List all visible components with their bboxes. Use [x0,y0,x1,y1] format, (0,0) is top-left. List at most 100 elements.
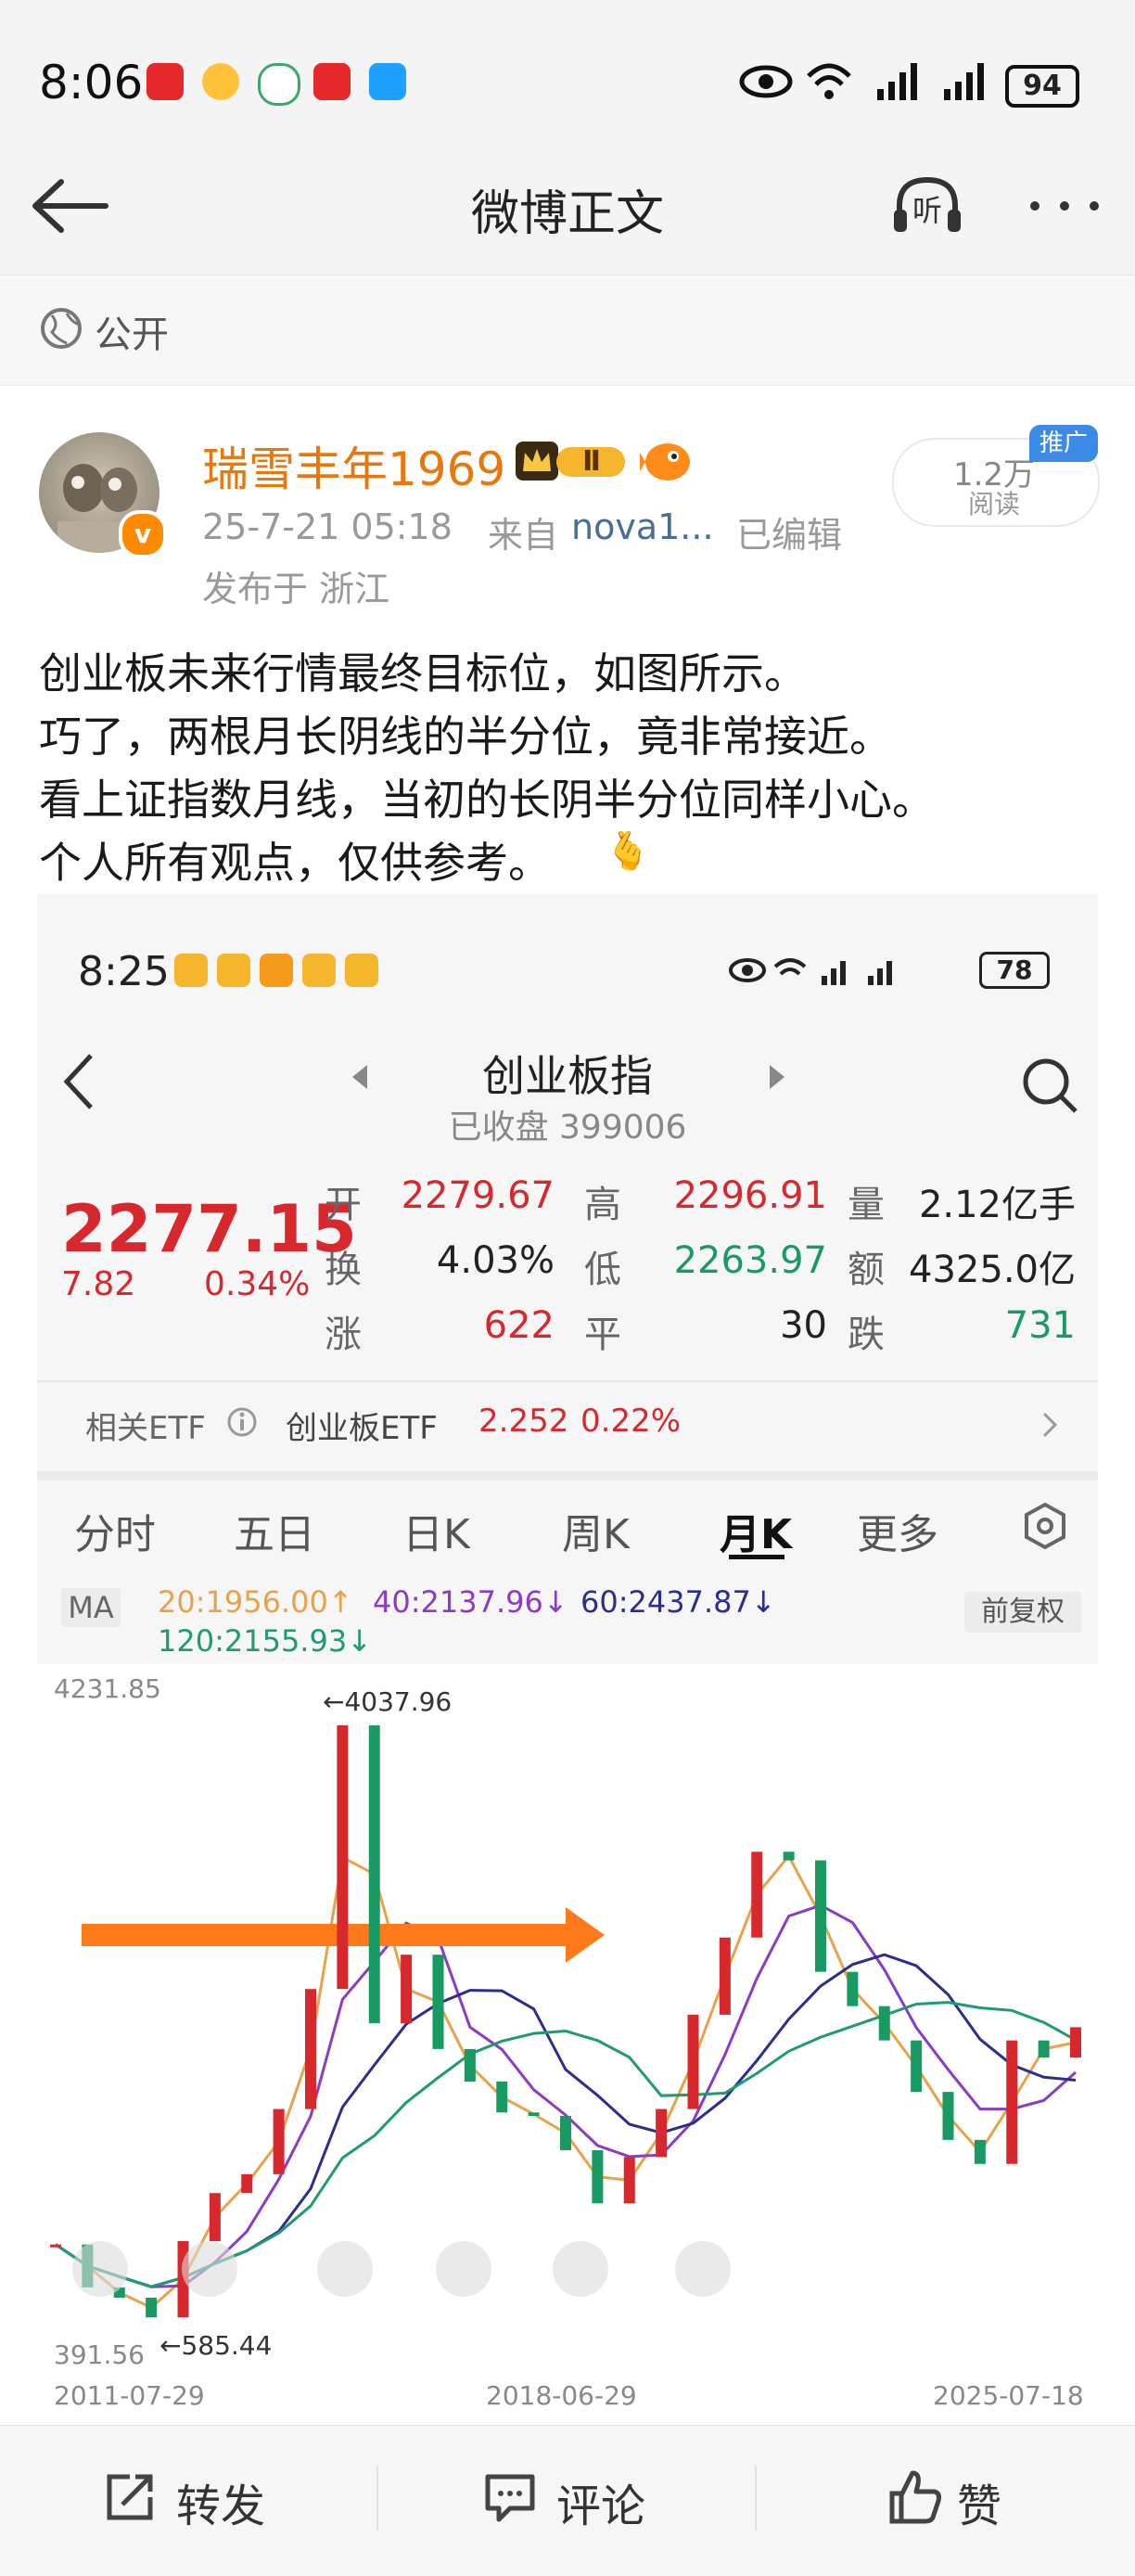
candle [878,2006,890,2041]
adjust-selector: 前复权 [964,1592,1081,1633]
edited-label[interactable]: 已编辑 [736,506,842,557]
etf-price: 2.252 [478,1403,569,1440]
candle [974,2139,986,2164]
promo-badge: 推广 [1029,425,1098,462]
tab-five-day: 五日 [234,1511,315,1558]
tab-monthly-k: 月K [720,1511,793,1558]
visibility-row [0,276,1135,386]
candle [911,2040,923,2093]
listen-button[interactable]: 听 [890,173,964,237]
quote-open: 2279.67 [401,1174,555,1217]
tab-daily-k: 日K [402,1511,470,1558]
post-text-line: 创业板未来行情最终目标位，如图所示。 [39,648,807,698]
quote-low: 2263.97 [673,1239,827,1282]
index-change: 7.82 [61,1265,136,1303]
vip-badge[interactable]: Ⅱ [516,440,629,482]
status-time: 8:06 [39,56,144,109]
chart-zoom-out-icon [182,2241,237,2297]
thumbs-up-icon [889,2470,941,2524]
tab-weekly-k: 周K [562,1511,630,1558]
candle [1006,2040,1018,2164]
more-options-icon[interactable] [1027,197,1102,215]
quote-label: 换 [325,1249,362,1291]
annotation-low: ←585.44 [159,2330,273,2361]
chevron-right-icon [1042,1412,1058,1438]
ma-selector: MA [61,1588,121,1627]
candle [401,1954,413,2024]
like-button[interactable]: 赞 [886,2458,1072,2542]
huawei-appgallery-icon [147,63,184,100]
candle [1038,2040,1050,2058]
fish-badge-icon[interactable] [640,434,692,486]
quote-label: 平 [584,1314,621,1356]
quote-down-count: 731 [1004,1304,1076,1347]
post-image[interactable]: 8:25 78 创业板指 已收盘 399006 2277.15 7.82 0.3… [37,894,1098,2417]
candle [528,2112,540,2117]
candle [1070,2027,1081,2058]
info-icon [227,1407,257,1437]
huawei-appgallery-icon-2 [313,63,351,100]
quote-label: 额 [848,1249,885,1291]
chart-background [37,1664,1098,2417]
candle [560,2116,571,2150]
like-label: 赞 [957,2480,1002,2532]
index-subtitle: 已收盘 399006 [448,1109,687,1147]
ma-60: 60:2437.87↓ [580,1584,776,1620]
candle [464,2048,476,2083]
repost-label: 转发 [176,2480,266,2532]
post-text-line: 个人所有观点，仅供参考。 [39,838,551,888]
chart-fullscreen-icon [675,2241,731,2297]
index-title: 创业板指 [482,1051,653,1101]
verified-badge: v [119,510,167,558]
app-notification-icon [258,63,300,106]
divider [376,2466,378,2531]
candle [751,1852,763,1938]
active-tab-indicator [729,1555,784,1559]
index-price: 2277.15 [61,1191,357,1267]
candle [273,2108,285,2174]
tab-intraday: 分时 [74,1511,156,1558]
quote-label: 量 [848,1184,885,1226]
ma-40: 40:2137.96↓ [373,1584,568,1620]
post-emoji: 🫰 [605,830,651,873]
embedded-search-icon [1023,1058,1078,1113]
quote-label: 涨 [325,1314,362,1356]
globe-icon [41,308,82,349]
visibility-label: 公开 [95,314,169,356]
candle [432,1954,444,2049]
vip-level: Ⅱ [582,445,601,478]
candle [496,2082,508,2113]
page-title: 微博正文 [470,186,664,242]
comment-icon [485,2474,535,2522]
x-tick-label: 2025-07-18 [933,2380,1084,2411]
candle [337,1725,349,1990]
author-name[interactable]: 瑞雪丰年1969 [202,432,505,499]
next-index-icon [770,1065,784,1089]
quote-high: 2296.91 [673,1174,827,1217]
quote-label: 低 [584,1249,621,1291]
candle [368,1725,380,2024]
candle [241,2173,253,2194]
section-gap [37,1471,1098,1480]
quote-amount: 4325.0亿 [909,1249,1076,1291]
candle [592,2149,604,2204]
candle [209,2193,221,2241]
comment-button[interactable]: 评论 [482,2458,714,2542]
battery-indicator: 94 [1005,65,1079,108]
repost-button[interactable]: 转发 [102,2458,334,2542]
kline-chart [37,1664,1098,2417]
quote-label: 高 [584,1184,621,1226]
y-bottom-label: 391.56 [54,2339,145,2370]
candle [687,2014,699,2109]
chart-next-icon [553,2241,608,2297]
listen-label: 听 [912,193,942,228]
location-label: 发布于 浙江 [202,569,390,609]
wifi-icon [807,63,851,99]
source-device[interactable]: nova1... [571,506,714,547]
quote-up-count: 622 [483,1304,555,1347]
chart-prev-icon [436,2241,491,2297]
post-text-line: 看上证指数月线，当初的长阴半分位同样小心。 [39,775,935,825]
x-tick-label: 2018-06-29 [486,2380,637,2411]
etf-prefix: 相关ETF [85,1410,206,1447]
post-text-line: 巧了，两根月长阴线的半分位，竟非常接近。 [39,711,892,762]
